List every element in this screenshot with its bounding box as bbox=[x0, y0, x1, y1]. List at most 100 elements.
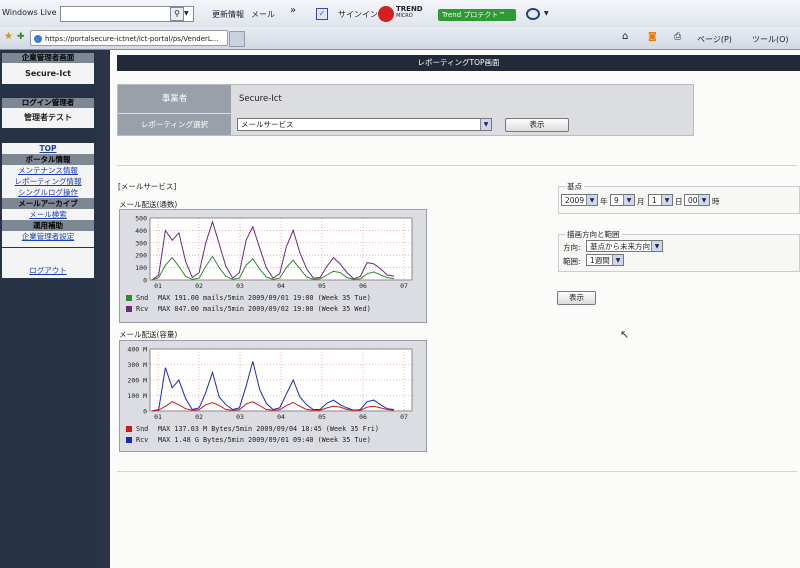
sidebar-item-single-log[interactable]: シングルログ操作 bbox=[2, 187, 94, 198]
direction-value: 基点から未来方向 bbox=[590, 242, 650, 251]
sidebar-item-maintenance[interactable]: メンテナンス情報 bbox=[2, 165, 94, 176]
admin-name: 管理者テスト bbox=[2, 108, 94, 128]
chart1-y-tick-label: 100 bbox=[135, 264, 147, 272]
chart1-x-tick-label: 07 bbox=[400, 282, 408, 290]
chart2-legend-text: MAX 1.48 G Bytes/5min 2009/09/01 09:40 (… bbox=[158, 436, 371, 444]
add-favorite-icon[interactable]: ✚ bbox=[17, 32, 25, 42]
sidebar-item-reporting[interactable]: レポーティング情報 bbox=[2, 176, 94, 187]
chevron-down-icon: ▼ bbox=[651, 241, 662, 251]
chevron-down-icon: ▼ bbox=[586, 195, 597, 205]
trend-protect-label: Trend プロテクト™ bbox=[442, 11, 506, 19]
range-label: 範囲: bbox=[563, 257, 581, 266]
page-favicon-icon bbox=[34, 35, 42, 43]
chart1-legend-name: Rcv bbox=[136, 305, 148, 313]
logout-box: ログアウト bbox=[2, 248, 94, 278]
year-value: 2009 bbox=[565, 196, 585, 205]
range-select[interactable]: 1週間 ▼ bbox=[586, 254, 624, 266]
chart2-svg: 0 100 M 200 M 300 M 400 M 01 02 03 04 05 06 07 Snd MA… bbox=[126, 346, 413, 444]
reporting-select[interactable]: メールサービス ▼ bbox=[237, 118, 492, 131]
display-button-2[interactable]: 表示 bbox=[557, 291, 596, 305]
range-value: 1週間 bbox=[590, 256, 610, 265]
page-title: レポーティングTOP画面 bbox=[117, 55, 800, 71]
mail-button[interactable]: メール bbox=[251, 9, 275, 20]
sidebar-item-admin-settings[interactable]: 企業管理者設定 bbox=[2, 231, 94, 242]
chart2-y-tick-label: 0 bbox=[143, 408, 147, 416]
signin-button[interactable]: サインイン bbox=[338, 9, 378, 20]
home-icon[interactable]: ⌂ bbox=[622, 31, 628, 42]
chart1-x-tick-label: 03 bbox=[236, 282, 244, 290]
sidebar: 企業管理者画面 Secure-Ict ログイン管理者 管理者テスト TOP ポー… bbox=[0, 50, 97, 568]
divider bbox=[117, 165, 797, 166]
chart1-legend-swatch bbox=[126, 295, 132, 301]
update-info-button[interactable]: 更新情報 bbox=[212, 9, 244, 20]
chart1-svg: 0 100 200 300 400 500 01 02 03 04 05 06 07 Snd MAX 191… bbox=[126, 215, 413, 313]
direction-select[interactable]: 基点から未来方向 ▼ bbox=[586, 240, 663, 252]
chart1-x-tick-label: 05 bbox=[318, 282, 326, 290]
year-select[interactable]: 2009 ▼ bbox=[561, 194, 598, 206]
chart2-legend-text: MAX 137.03 M Bytes/5min 2009/09/04 18:45… bbox=[158, 425, 379, 433]
chart1-y-tick-label: 300 bbox=[135, 239, 147, 247]
checkbox-icon[interactable]: ✓ bbox=[316, 8, 328, 20]
business-panel: 事業者 Secure-Ict レポーティング選択 メールサービス ▼ 表示 bbox=[117, 84, 694, 136]
chart1-legend-text: MAX 191.00 mails/5min 2009/09/01 19:00 (… bbox=[158, 294, 371, 302]
chart2-legend-swatch bbox=[126, 437, 132, 443]
day-select[interactable]: 1 ▼ bbox=[648, 194, 673, 206]
hour-select[interactable]: 00 ▼ bbox=[684, 194, 710, 206]
more-chevron[interactable]: » bbox=[290, 5, 296, 16]
chart2-x-tick-label: 07 bbox=[400, 413, 408, 421]
dropdown-arrow-icon[interactable]: ▼ bbox=[184, 10, 189, 17]
trend-protect-button[interactable]: Trend プロテクト™ bbox=[438, 9, 516, 21]
sidebar-item-mail-search[interactable]: メール検索 bbox=[2, 209, 94, 220]
day-unit: 日 bbox=[675, 197, 683, 206]
sidebar-item-top[interactable]: TOP bbox=[2, 143, 94, 154]
trend-logo-text: TREND bbox=[396, 5, 423, 13]
month-select[interactable]: 9 ▼ bbox=[610, 194, 635, 206]
month-unit: 月 bbox=[637, 197, 645, 206]
chart2-y-tick-label: 100 M bbox=[127, 392, 147, 400]
page-menu[interactable]: ページ(P) bbox=[697, 34, 732, 45]
print-icon[interactable]: ⎙ bbox=[674, 32, 681, 42]
feeds-icon[interactable]: ◙ bbox=[648, 32, 657, 42]
logout-link[interactable]: ログアウト bbox=[2, 265, 94, 276]
display-button[interactable]: 表示 bbox=[505, 118, 569, 132]
windows-live-label: Windows Live bbox=[2, 8, 57, 17]
sidebar-section-mail-archive: メールアーカイブ bbox=[2, 198, 94, 209]
chart2-y-tick-label: 400 M bbox=[127, 346, 147, 354]
divider-bottom bbox=[117, 471, 797, 472]
new-tab-button[interactable] bbox=[229, 31, 245, 47]
tools-menu[interactable]: ツール(O) bbox=[752, 34, 789, 45]
chart2-legend-name: Snd bbox=[136, 425, 148, 433]
browser-tab[interactable]: https://portalsecure-ictnet/ict-portal/p… bbox=[30, 30, 228, 46]
chevron-down-icon: ▼ bbox=[480, 119, 491, 130]
chart2-x-tick-label: 02 bbox=[195, 413, 203, 421]
chevron-down-icon: ▼ bbox=[612, 255, 623, 265]
business-label: 事業者 bbox=[118, 85, 231, 113]
chart2-legend-name: Rcv bbox=[136, 436, 148, 444]
chart2-y-tick-label: 300 M bbox=[127, 361, 147, 369]
favorites-star-icon[interactable]: ★ bbox=[4, 31, 13, 42]
hour-value: 00 bbox=[688, 196, 698, 205]
browser-toolbar: Windows Live ⚲ ▼ 更新情報 メール » ✓ サインイン TREN… bbox=[0, 0, 800, 28]
year-unit: 年 bbox=[600, 197, 608, 206]
mouse-cursor-icon: ↖ bbox=[620, 328, 630, 341]
chart1-x-tick-label: 01 bbox=[154, 282, 162, 290]
chart1-panel: 0 100 200 300 400 500 01 02 03 04 05 06 07 Snd MAX 191… bbox=[119, 209, 427, 323]
chart2-x-tick-label: 01 bbox=[154, 413, 162, 421]
trend-logo-sub: MICRO bbox=[396, 13, 413, 19]
chart2-x-tick-label: 05 bbox=[318, 413, 326, 421]
chart2-x-tick-label: 06 bbox=[359, 413, 367, 421]
direction-group: 描画方向と範囲 方向: 基点から未来方向 ▼ 範囲: 1週間 ▼ bbox=[558, 229, 800, 272]
chart2-legend-swatch bbox=[126, 426, 132, 432]
chart1-x-tick-label: 06 bbox=[359, 282, 367, 290]
login-admin-header: ログイン管理者 bbox=[2, 98, 94, 108]
month-value: 9 bbox=[614, 196, 619, 205]
chart2-x-tick-label: 03 bbox=[236, 413, 244, 421]
company-admin-header: 企業管理者画面 bbox=[2, 53, 94, 63]
main-content: レポーティングTOP画面 事業者 Secure-Ict レポーティング選択 メー… bbox=[110, 50, 800, 568]
sidebar-menu: TOP ポータル情報 メンテナンス情報 レポーティング情報 シングルログ操作 メ… bbox=[2, 143, 94, 247]
wifi-shield-icon[interactable] bbox=[526, 8, 540, 20]
search-icon[interactable]: ⚲ bbox=[170, 7, 184, 21]
dropdown-arrow-icon-2[interactable]: ▼ bbox=[544, 10, 549, 17]
direction-title: 描画方向と範囲 bbox=[565, 229, 622, 240]
direction-label: 方向: bbox=[563, 243, 581, 252]
